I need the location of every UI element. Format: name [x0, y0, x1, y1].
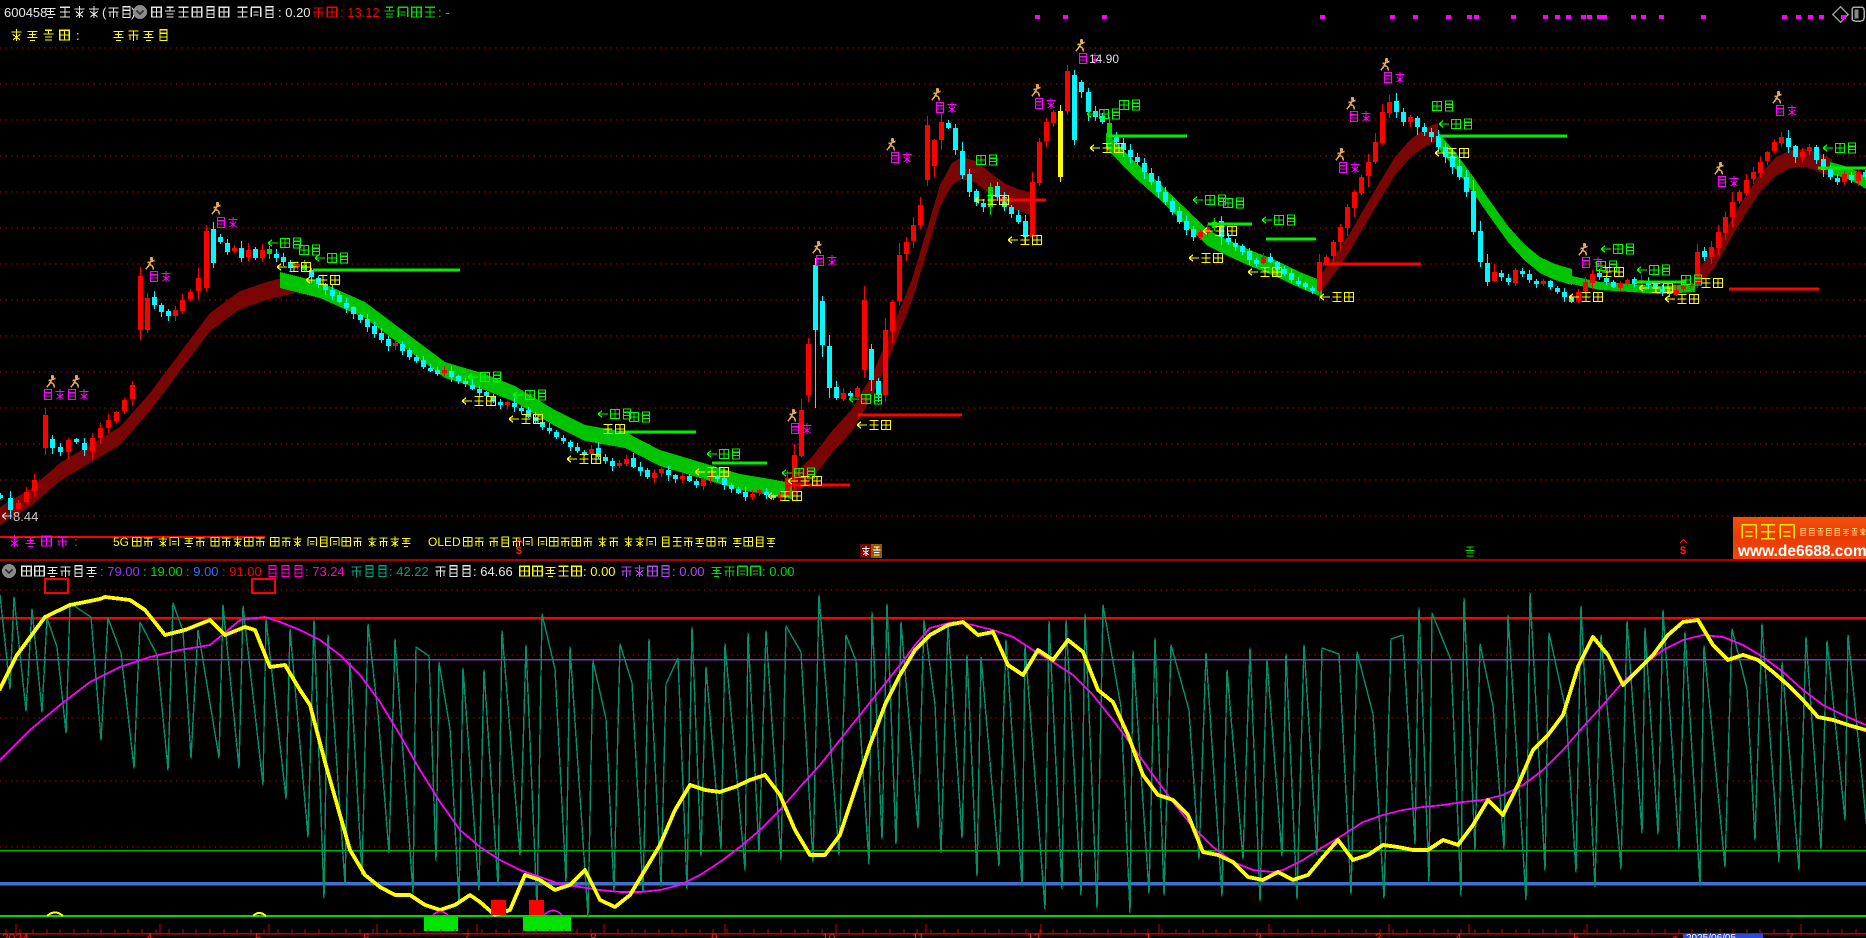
svg-text:11: 11: [912, 931, 925, 938]
svg-text:: 73.24: : 73.24: [305, 564, 345, 579]
svg-text:6: 6: [363, 931, 370, 938]
svg-text:$: $: [1680, 545, 1686, 557]
svg-text:14.90: 14.90: [1089, 52, 1119, 66]
svg-text:7: 7: [1787, 931, 1794, 938]
svg-text:7: 7: [463, 931, 470, 938]
svg-text:: 0.00: : 0.00: [762, 564, 795, 579]
svg-text:: 64.66: : 64.66: [473, 564, 513, 579]
svg-text:: 0.00: : 0.00: [672, 564, 705, 579]
svg-text:: 0.20: : 0.20: [278, 5, 311, 20]
svg-text:10: 10: [822, 931, 836, 938]
svg-text:2025/06/05: 2025/06/05: [1686, 933, 1736, 938]
svg-text:: 42.22: : 42.22: [389, 564, 429, 579]
svg-text:8: 8: [590, 931, 597, 938]
svg-text:2024: 2024: [2, 931, 29, 938]
svg-text:: 19.00: : 19.00: [143, 564, 183, 579]
svg-text:(: (: [102, 5, 107, 20]
svg-text:12: 12: [1027, 931, 1041, 938]
svg-text:www.de6688.com: www.de6688.com: [1737, 543, 1866, 560]
svg-text:4: 4: [146, 931, 153, 938]
svg-text:OLED: OLED: [428, 535, 461, 549]
svg-text:3: 3: [1375, 931, 1382, 938]
svg-text:: 79.00: : 79.00: [100, 564, 140, 579]
svg-text:600458: 600458: [4, 5, 47, 20]
svg-text:1: 1: [1145, 931, 1152, 938]
svg-text:: 91.00: : 91.00: [222, 564, 262, 579]
svg-text:: 0.00: : 0.00: [583, 564, 616, 579]
svg-text:: -: : -: [438, 5, 450, 20]
svg-text:8.44: 8.44: [13, 509, 38, 524]
svg-text:9: 9: [711, 931, 718, 938]
svg-text:5: 5: [255, 931, 262, 938]
svg-text:5G: 5G: [113, 535, 129, 549]
svg-text:5: 5: [1573, 931, 1580, 938]
svg-text:4: 4: [1455, 931, 1462, 938]
svg-text:: 13.12: : 13.12: [340, 5, 380, 20]
svg-text:: 9.00: : 9.00: [186, 564, 219, 579]
svg-text::: :: [74, 534, 78, 549]
svg-text::: :: [76, 28, 80, 43]
svg-text:2: 2: [1255, 931, 1262, 938]
svg-text:$: $: [516, 545, 522, 557]
